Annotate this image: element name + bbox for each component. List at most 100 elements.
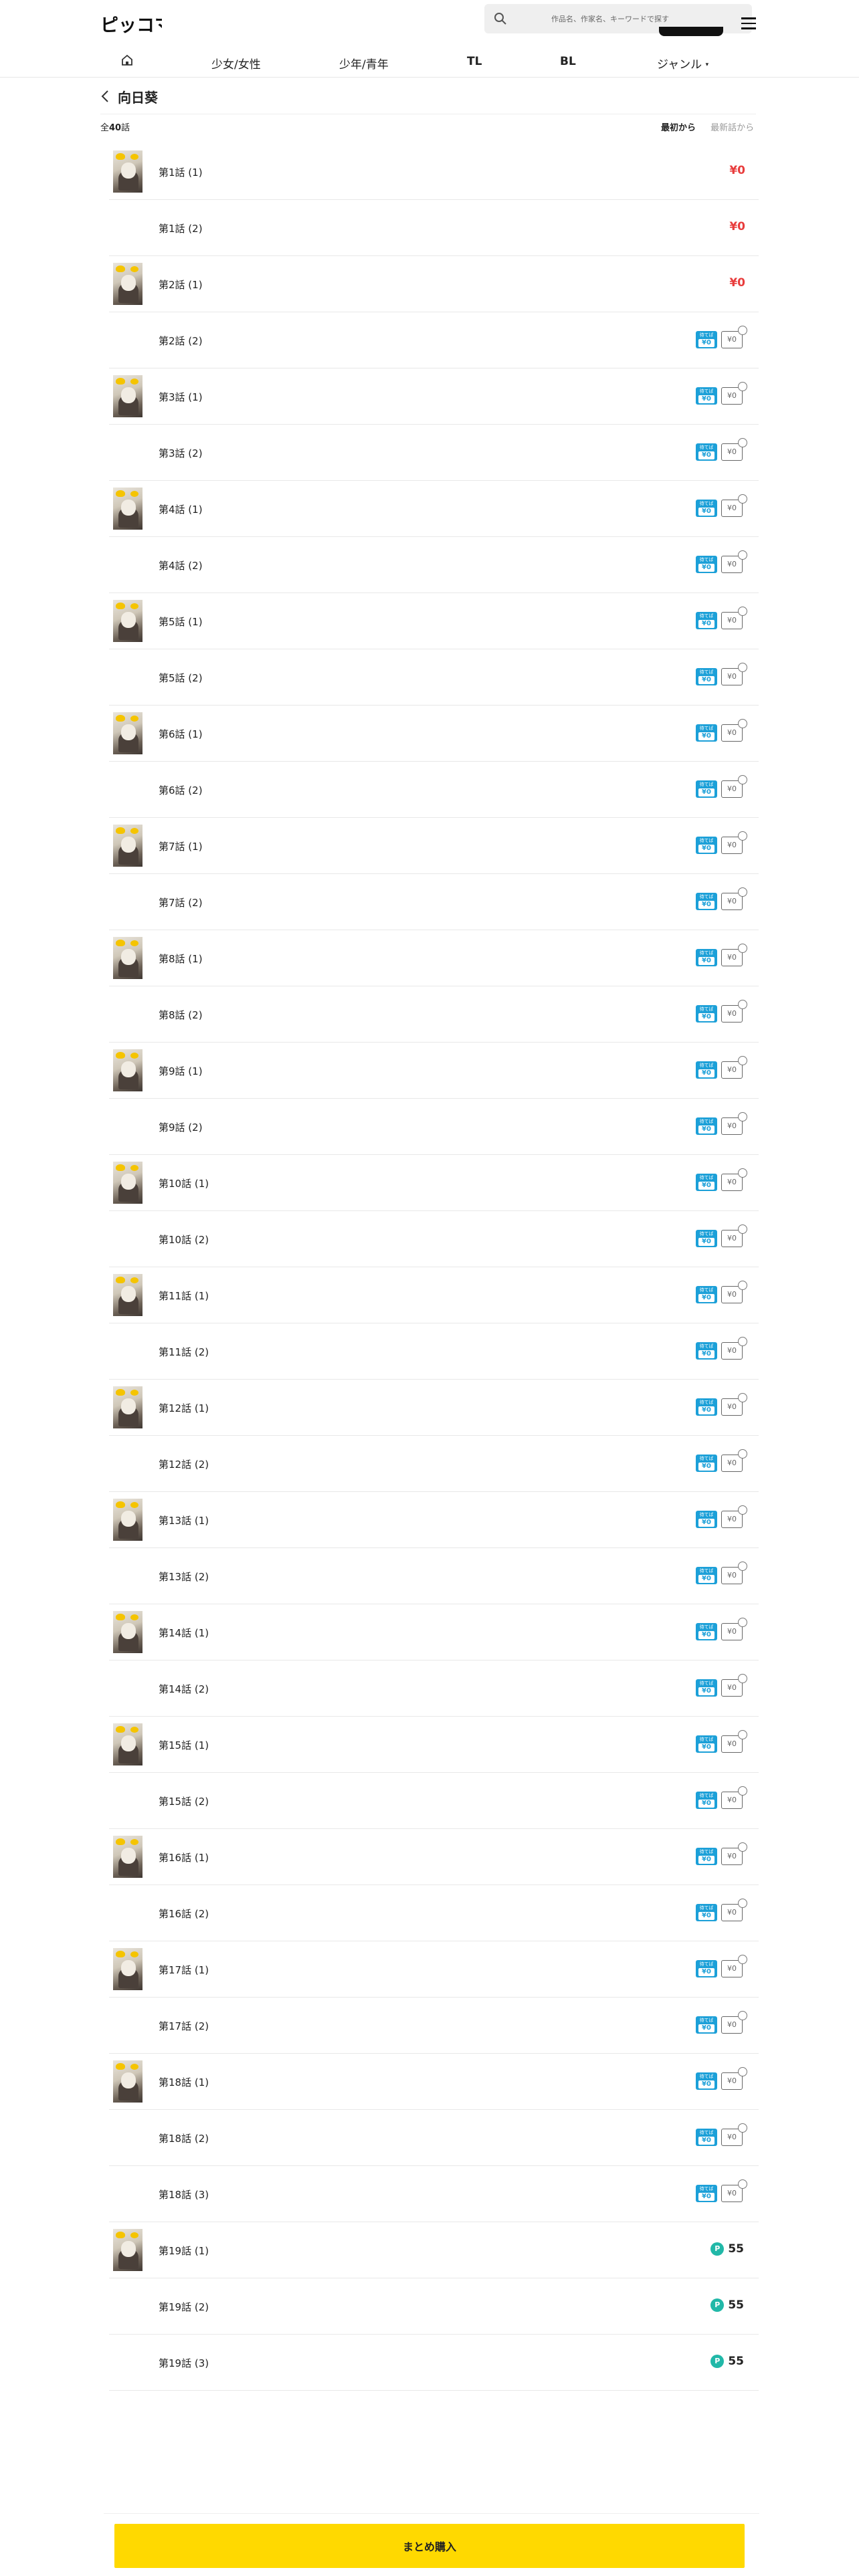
free-ticket-badge: ¥0 bbox=[721, 1505, 747, 1528]
episode-row[interactable]: 第5話 (1) 待てば ¥0 ¥0 bbox=[109, 593, 759, 649]
episode-row[interactable]: 第6話 (1) 待てば ¥0 ¥0 bbox=[109, 706, 759, 762]
episode-row[interactable]: 第10話 (1) 待てば ¥0 ¥0 bbox=[109, 1155, 759, 1211]
episode-row[interactable]: 第11話 (1) 待てば ¥0 ¥0 bbox=[109, 1267, 759, 1323]
episode-row[interactable]: 第16話 (2) 待てば ¥0 ¥0 bbox=[109, 1885, 759, 1941]
wait-free-badge: 待てば ¥0 bbox=[696, 2129, 717, 2146]
episode-row[interactable]: 第14話 (1) 待てば ¥0 ¥0 bbox=[109, 1604, 759, 1660]
episode-row[interactable]: 第16話 (1) 待てば ¥0 ¥0 bbox=[109, 1829, 759, 1885]
episode-thumbnail bbox=[113, 1836, 142, 1878]
back-arrow-icon[interactable] bbox=[100, 90, 110, 103]
free-ticket-badge: ¥0 bbox=[721, 1056, 747, 1079]
episode-row[interactable]: 第2話 (2) 待てば ¥0 ¥0 bbox=[109, 312, 759, 368]
episode-row[interactable]: 第10話 (2) 待てば ¥0 ¥0 bbox=[109, 1211, 759, 1267]
episode-row[interactable]: 第7話 (2) 待てば ¥0 ¥0 bbox=[109, 874, 759, 930]
tab-genre[interactable]: ジャンル ▾ bbox=[657, 55, 708, 72]
login-button[interactable] bbox=[659, 27, 723, 36]
wait-free-label: 待てば bbox=[699, 445, 714, 450]
episode-count-suffix: 話 bbox=[121, 123, 130, 133]
wait-free-price: ¥0 bbox=[698, 1800, 714, 1808]
episode-thumbnail bbox=[113, 1274, 142, 1316]
sort-newest-button[interactable]: 最新話から bbox=[710, 123, 754, 133]
episode-row[interactable]: 第6話 (2) 待てば ¥0 ¥0 bbox=[109, 762, 759, 818]
episode-row[interactable]: 第4話 (1) 待てば ¥0 ¥0 bbox=[109, 481, 759, 537]
price-badges: 待てば ¥0 ¥0 bbox=[696, 1281, 747, 1303]
episode-row[interactable]: 第19話 (2) P 55 bbox=[109, 2278, 759, 2335]
episode-row[interactable]: 第1話 (2) ¥0 bbox=[109, 200, 759, 256]
episode-title: 第18話 (2) bbox=[159, 2133, 209, 2145]
episode-row[interactable]: 第17話 (1) 待てば ¥0 ¥0 bbox=[109, 1941, 759, 1998]
wait-free-price: ¥0 bbox=[698, 1069, 714, 1077]
wait-free-badge: 待てば ¥0 bbox=[696, 556, 717, 573]
wait-free-label: 待てば bbox=[699, 1737, 714, 1742]
free-ticket-badge: ¥0 bbox=[721, 326, 747, 348]
coin-price: P 55 bbox=[710, 2355, 744, 2368]
price-badges: 待てば ¥0 ¥0 bbox=[696, 1056, 747, 1079]
episode-row[interactable]: 第13話 (1) 待てば ¥0 ¥0 bbox=[109, 1492, 759, 1548]
free-ticket-badge: ¥0 bbox=[721, 944, 747, 966]
free-price: ¥0 bbox=[729, 276, 745, 290]
wait-free-badge: 待てば ¥0 bbox=[696, 2185, 717, 2202]
piccoma-logo[interactable]: ピッコマ bbox=[100, 12, 162, 37]
episode-row[interactable]: 第9話 (1) 待てば ¥0 ¥0 bbox=[109, 1043, 759, 1099]
wait-free-badge: 待てば ¥0 bbox=[696, 387, 717, 405]
clock-icon bbox=[738, 1449, 747, 1459]
episode-row[interactable]: 第11話 (2) 待てば ¥0 ¥0 bbox=[109, 1323, 759, 1380]
episode-row[interactable]: 第9話 (2) 待てば ¥0 ¥0 bbox=[109, 1099, 759, 1155]
clock-icon bbox=[738, 775, 747, 784]
episode-row[interactable]: 第13話 (2) 待てば ¥0 ¥0 bbox=[109, 1548, 759, 1604]
tab-tl[interactable]: TL bbox=[467, 55, 482, 68]
episode-row[interactable]: 第8話 (1) 待てば ¥0 ¥0 bbox=[109, 930, 759, 986]
logo-mark: ピッコマ bbox=[100, 15, 162, 36]
wait-free-badge: 待てば ¥0 bbox=[696, 724, 717, 742]
episode-title: 第10話 (2) bbox=[159, 1234, 209, 1246]
bulk-purchase-button[interactable]: まとめ購入 bbox=[114, 2524, 745, 2568]
episode-row[interactable]: 第3話 (2) 待てば ¥0 ¥0 bbox=[109, 425, 759, 481]
wait-free-badge: 待てば ¥0 bbox=[696, 893, 717, 910]
episode-row[interactable]: 第1話 (1) ¥0 bbox=[109, 144, 759, 200]
episode-row[interactable]: 第18話 (2) 待てば ¥0 ¥0 bbox=[109, 2110, 759, 2166]
wait-free-price: ¥0 bbox=[698, 1238, 714, 1246]
episode-row[interactable]: 第8話 (2) 待てば ¥0 ¥0 bbox=[109, 986, 759, 1043]
episode-row[interactable]: 第4話 (2) 待てば ¥0 ¥0 bbox=[109, 537, 759, 593]
episode-row[interactable]: 第19話 (3) P 55 bbox=[109, 2335, 759, 2391]
wait-free-label: 待てば bbox=[699, 782, 714, 787]
wait-free-label: 待てば bbox=[699, 1456, 714, 1461]
episode-row[interactable]: 第15話 (2) 待てば ¥0 ¥0 bbox=[109, 1773, 759, 1829]
home-icon[interactable] bbox=[120, 53, 134, 67]
episode-row[interactable]: 第2話 (1) ¥0 bbox=[109, 256, 759, 312]
free-ticket-badge: ¥0 bbox=[721, 1618, 747, 1640]
free-ticket-badge: ¥0 bbox=[721, 494, 747, 517]
episode-title: 第3話 (2) bbox=[159, 447, 203, 459]
episode-row[interactable]: 第18話 (3) 待てば ¥0 ¥0 bbox=[109, 2166, 759, 2222]
sort-oldest-button[interactable]: 最初から bbox=[661, 123, 696, 133]
episode-row[interactable]: 第17話 (2) 待てば ¥0 ¥0 bbox=[109, 1998, 759, 2054]
free-ticket-price: ¥0 bbox=[727, 728, 737, 737]
tab-bl[interactable]: BL bbox=[560, 55, 576, 68]
episode-row[interactable]: 第12話 (1) 待てば ¥0 ¥0 bbox=[109, 1380, 759, 1436]
episode-row[interactable]: 第12話 (2) 待てば ¥0 ¥0 bbox=[109, 1436, 759, 1492]
episode-row[interactable]: 第18話 (1) 待てば ¥0 ¥0 bbox=[109, 2054, 759, 2110]
wait-free-label: 待てば bbox=[699, 1344, 714, 1349]
free-ticket-price: ¥0 bbox=[727, 2076, 737, 2085]
wait-free-price: ¥0 bbox=[698, 1968, 714, 1976]
tab-shoujo[interactable]: 少女/女性 bbox=[211, 55, 261, 72]
episode-title: 第19話 (1) bbox=[159, 2245, 209, 2257]
episode-row[interactable]: 第15話 (1) 待てば ¥0 ¥0 bbox=[109, 1717, 759, 1773]
wait-free-label: 待てば bbox=[699, 1568, 714, 1574]
episode-row[interactable]: 第5話 (2) 待てば ¥0 ¥0 bbox=[109, 649, 759, 706]
episode-row[interactable]: 第3話 (1) 待てば ¥0 ¥0 bbox=[109, 368, 759, 425]
wait-free-badge: 待てば ¥0 bbox=[696, 331, 717, 348]
price-badges: 待てば ¥0 ¥0 bbox=[696, 1337, 747, 1360]
free-ticket-badge: ¥0 bbox=[721, 1899, 747, 1921]
episode-row[interactable]: 第14話 (2) 待てば ¥0 ¥0 bbox=[109, 1660, 759, 1717]
free-ticket-price: ¥0 bbox=[727, 953, 737, 962]
episode-row[interactable]: 第19話 (1) P 55 bbox=[109, 2222, 759, 2278]
free-ticket-price: ¥0 bbox=[727, 1009, 737, 1018]
logo-text: ピッコマ bbox=[100, 15, 162, 36]
hamburger-menu-icon[interactable] bbox=[741, 17, 756, 29]
search-input[interactable]: 作品名、作家名、キーワードで探す bbox=[551, 13, 669, 24]
episode-row[interactable]: 第7話 (1) 待てば ¥0 ¥0 bbox=[109, 818, 759, 874]
wait-free-label: 待てば bbox=[699, 838, 714, 843]
wait-free-label: 待てば bbox=[699, 1905, 714, 1911]
tab-shounen[interactable]: 少年/青年 bbox=[339, 55, 389, 72]
